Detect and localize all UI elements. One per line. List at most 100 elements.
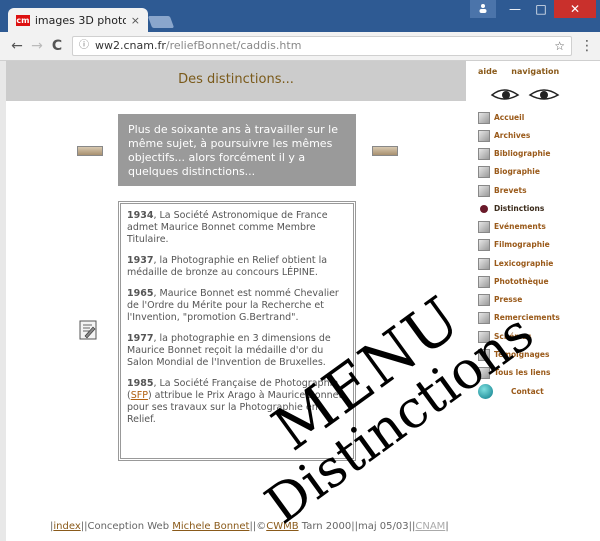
footer-author-link[interactable]: Michele Bonnet xyxy=(172,521,249,532)
entry-text: ) attribue le Prix Arago à Maurice Bonne… xyxy=(127,390,343,425)
nav-box-icon xyxy=(478,348,490,361)
browser-menu-icon[interactable]: ⋮ xyxy=(580,32,594,60)
footer-text: ||© xyxy=(249,521,267,532)
sidebar-item-temoignages[interactable]: Témoignages xyxy=(478,347,549,362)
sidebar-item-lexicographie[interactable]: Lexicographie xyxy=(478,256,553,271)
nav-box-icon xyxy=(478,111,490,124)
page-margin xyxy=(0,61,6,541)
web-page: Des distinctions... Plus de soixante ans… xyxy=(0,61,600,541)
nav-box-icon xyxy=(478,165,490,178)
address-bar[interactable]: ⓘ ww2.cnam.fr/reliefBonnet/caddis.htm ☆ xyxy=(72,36,572,56)
sidebar-item-label: Filmographie xyxy=(494,240,550,249)
sidebar-item-bibliographie[interactable]: Bibliographie xyxy=(478,146,550,161)
sidebar-header: aide navigation xyxy=(478,67,573,76)
sidebar-item-label: Accueil xyxy=(494,113,525,122)
sidebar-item-biographie[interactable]: Biographie xyxy=(478,164,540,179)
forward-button[interactable]: → xyxy=(26,32,48,60)
globe-icon xyxy=(478,384,493,399)
site-favicon-icon: cm xyxy=(16,14,30,26)
footer-separator: | xyxy=(445,521,449,532)
footer-cnam-link[interactable]: CNAM xyxy=(415,521,445,532)
nav-box-icon xyxy=(478,184,490,197)
browser-tab[interactable]: cm images 3D photographie × xyxy=(8,8,148,32)
maximize-button[interactable]: □ xyxy=(528,0,554,18)
sidebar-item-label: Bibliographie xyxy=(494,149,551,158)
sidebar-item-schemas[interactable]: Schémas xyxy=(478,329,532,344)
sidebar-item-brevets[interactable]: Brevets xyxy=(478,183,527,198)
nav-box-icon xyxy=(478,366,490,379)
sidebar-item-label: Archives xyxy=(494,131,531,140)
entry-text: , Maurice Bonnet est nommé Chevalier de … xyxy=(127,288,339,323)
browser-toolbar: ← → C ⓘ ww2.cnam.fr/reliefBonnet/caddis.… xyxy=(0,32,600,61)
eyes-icon xyxy=(490,89,560,100)
sidebar-item-evenements[interactable]: Evénements xyxy=(478,219,546,234)
entry-year: 1965 xyxy=(127,288,154,299)
info-icon[interactable]: ⓘ xyxy=(79,37,89,55)
nav-box-icon xyxy=(478,330,490,343)
entry-text: , La Société Astronomique de France adme… xyxy=(127,210,328,245)
sidebar-item-filmographie[interactable]: Filmographie xyxy=(478,237,550,252)
bookmark-star-icon[interactable]: ☆ xyxy=(554,37,565,55)
entry-year: 1977 xyxy=(127,333,154,344)
prev-arrow-icon[interactable] xyxy=(77,146,103,156)
nav-box-icon xyxy=(478,293,490,306)
sidebar-item-label: Remerciements xyxy=(494,313,560,322)
url-host: ww2.cnam.fr xyxy=(95,39,166,52)
footer-text: Tarn 2000||maj 05/03|| xyxy=(298,521,416,532)
nav-box-icon xyxy=(478,220,490,233)
aide-link[interactable]: aide xyxy=(478,67,497,76)
browser-titlebar: cm images 3D photographie × — □ ✕ xyxy=(0,0,600,32)
list-item: 1965, Maurice Bonnet est nommé Chevalier… xyxy=(127,288,347,324)
nav-box-icon xyxy=(478,147,490,160)
sidebar: aide navigation Accueil Archives Bibliogr… xyxy=(470,61,600,541)
sfp-link[interactable]: SFP xyxy=(131,390,148,401)
nav-box-icon xyxy=(478,311,490,324)
entry-year: 1985 xyxy=(127,378,154,389)
sidebar-item-label: Contact xyxy=(511,387,544,396)
nav-box-icon xyxy=(478,257,490,270)
footer-index-link[interactable]: index xyxy=(53,521,80,532)
nav-box-icon xyxy=(478,238,490,251)
sidebar-item-label: Photothèque xyxy=(494,277,549,286)
sidebar-item-accueil[interactable]: Accueil xyxy=(478,110,524,125)
sidebar-item-archives[interactable]: Archives xyxy=(478,128,530,143)
footer-cwmb-link[interactable]: CWMB xyxy=(266,521,298,532)
list-item: 1985, La Société Française de Photograph… xyxy=(127,378,347,426)
current-bullet-icon xyxy=(480,204,488,213)
footer-text: ||Conception Web xyxy=(80,521,173,532)
back-button[interactable]: ← xyxy=(6,32,28,60)
print-icon[interactable] xyxy=(79,320,97,340)
minimize-button[interactable]: — xyxy=(502,0,528,18)
sidebar-item-label: Brevets xyxy=(494,186,527,195)
sidebar-item-label: Témoignages xyxy=(494,350,550,359)
url-path: /reliefBonnet/caddis.htm xyxy=(165,39,302,52)
sidebar-item-tous-les-liens[interactable]: Tous les liens xyxy=(478,365,550,380)
sidebar-item-label: Schémas xyxy=(494,332,532,341)
navigation-link[interactable]: navigation xyxy=(511,67,559,76)
tab-close-icon[interactable]: × xyxy=(131,14,140,27)
next-arrow-icon[interactable] xyxy=(372,146,398,156)
entry-text: , la Photographie en Relief obtient la m… xyxy=(127,255,328,278)
sidebar-item-remerciements[interactable]: Remerciements xyxy=(478,310,560,325)
list-item: 1977, la photographie en 3 dimensions de… xyxy=(127,333,347,369)
entry-text: , la photographie en 3 dimensions de Mau… xyxy=(127,333,331,368)
sidebar-item-distinctions[interactable]: Distinctions xyxy=(478,201,544,216)
sidebar-item-contact[interactable]: Contact xyxy=(478,384,544,399)
close-window-button[interactable]: ✕ xyxy=(554,0,596,18)
sidebar-item-presse[interactable]: Presse xyxy=(478,292,522,307)
intro-box: Plus de soixante ans à travailler sur le… xyxy=(118,114,356,186)
distinctions-list: 1934, La Société Astronomique de France … xyxy=(118,201,356,461)
sidebar-item-label: Tous les liens xyxy=(494,368,551,377)
sidebar-item-phototheque[interactable]: Photothèque xyxy=(478,274,549,289)
sidebar-item-label: Distinctions xyxy=(494,204,545,213)
reload-button[interactable]: C xyxy=(46,32,68,60)
page-title: Des distinctions... xyxy=(178,72,294,87)
nav-box-icon xyxy=(478,275,490,288)
profile-button[interactable] xyxy=(470,0,496,18)
nav-box-icon xyxy=(478,129,490,142)
list-item: 1937, la Photographie en Relief obtient … xyxy=(127,255,347,279)
sidebar-item-label: Evénements xyxy=(494,222,546,231)
footer: | index||Conception Web Michele Bonnet||©… xyxy=(50,521,449,532)
tab-title: images 3D photographie xyxy=(34,13,126,27)
new-tab-button[interactable] xyxy=(147,16,175,28)
